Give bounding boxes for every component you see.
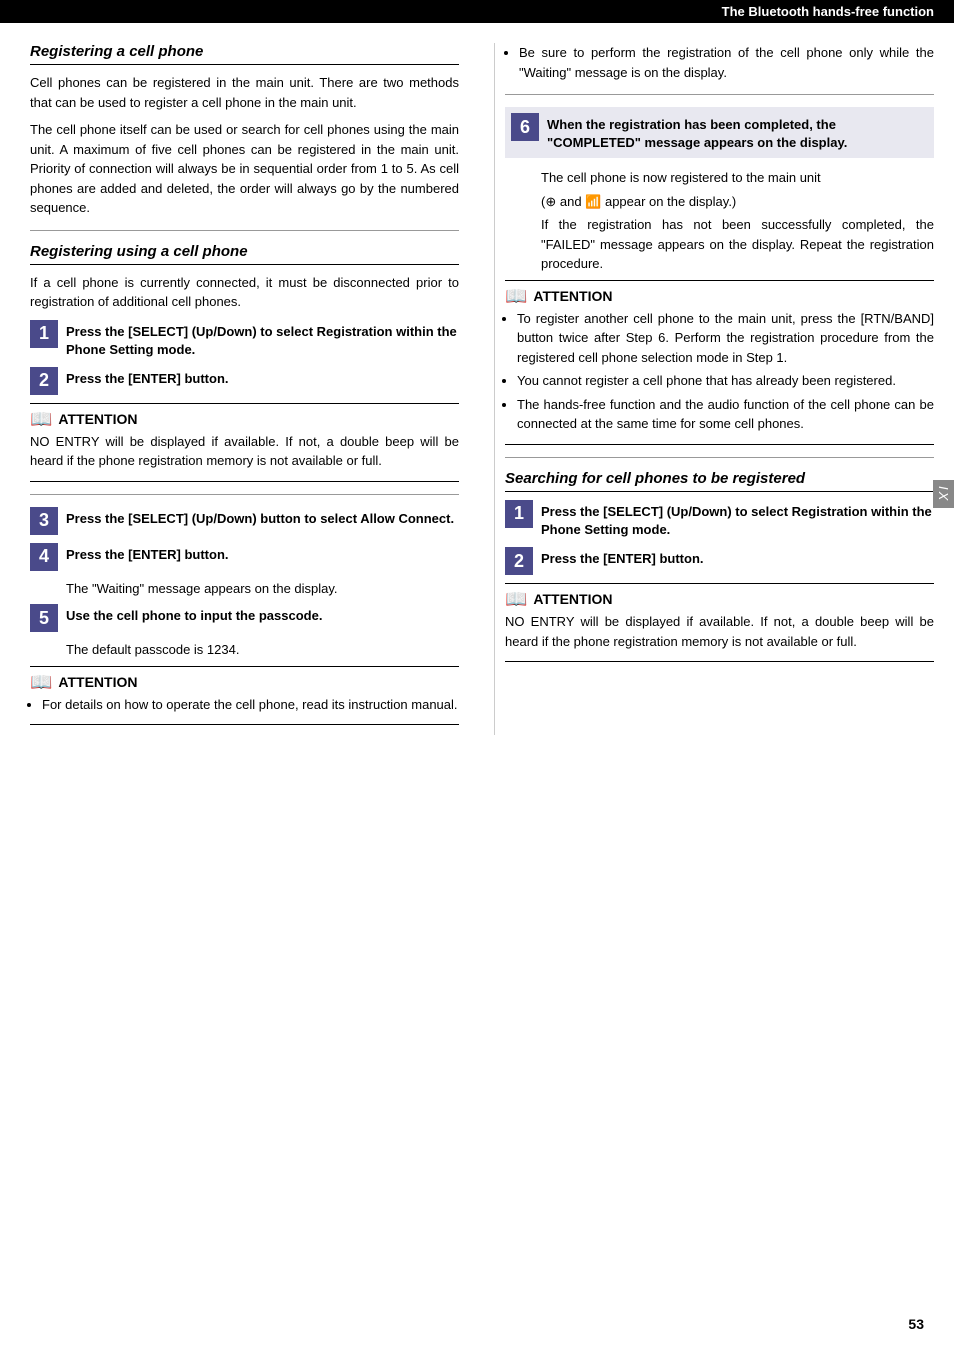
right-bullet1: Be sure to perform the registration of t… xyxy=(519,43,934,82)
step6-sub3: If the registration has not been success… xyxy=(541,215,934,274)
icon-signal: 📶 xyxy=(585,194,601,209)
attention1-box: 📖 ATTENTION NO ENTRY will be displayed i… xyxy=(30,403,459,482)
section1-p1: Cell phones can be registered in the mai… xyxy=(30,73,459,112)
attention3-bullet3: The hands-free function and the audio fu… xyxy=(517,395,934,434)
section2-title: Registering using a cell phone xyxy=(30,243,459,265)
rstep2-num: 2 xyxy=(505,547,533,575)
attention1-text: NO ENTRY will be displayed if available.… xyxy=(30,432,459,471)
step5-sub-text: The default passcode is 1234. xyxy=(66,640,459,660)
step6-text: When the registration has been completed… xyxy=(547,113,926,152)
attention3-bullet2: You cannot register a cell phone that ha… xyxy=(517,371,934,391)
right-divider1 xyxy=(505,94,934,95)
step6-sub: The cell phone is now registered to the … xyxy=(505,168,934,274)
step4-text: Press the [ENTER] button. xyxy=(66,543,229,564)
icon-phone: ⊕ xyxy=(545,194,556,209)
rattention-text: NO ENTRY will be displayed if available.… xyxy=(505,612,934,651)
attention3-icon: 📖 xyxy=(505,287,527,305)
ix-tab: IX xyxy=(933,480,954,508)
rstep2-block: 2 Press the [ENTER] button. xyxy=(505,547,934,575)
step5-block: 5 Use the cell phone to input the passco… xyxy=(30,604,459,632)
step6-sub2: (⊕ and 📶 appear on the display.) xyxy=(541,192,934,212)
rattention-box: 📖 ATTENTION NO ENTRY will be displayed i… xyxy=(505,583,934,662)
rattention-header: 📖 ATTENTION xyxy=(505,590,934,608)
step2-num: 2 xyxy=(30,367,58,395)
attention3-bullet1: To register another cell phone to the ma… xyxy=(517,309,934,368)
rattention-icon: 📖 xyxy=(505,590,527,608)
attention1-label: ATTENTION xyxy=(58,411,137,427)
rstep1-block: 1 Press the [SELECT] (Up/Down) to select… xyxy=(505,500,934,539)
divider1 xyxy=(30,230,459,231)
right-bullet-list: Be sure to perform the registration of t… xyxy=(505,43,934,82)
attention2-body: For details on how to operate the cell p… xyxy=(30,695,459,715)
attention3-box: 📖 ATTENTION To register another cell pho… xyxy=(505,280,934,445)
divider2 xyxy=(30,494,459,495)
step6-num: 6 xyxy=(511,113,539,141)
step3-num: 3 xyxy=(30,507,58,535)
attention2-label: ATTENTION xyxy=(58,674,137,690)
attention2-header: 📖 ATTENTION xyxy=(30,673,459,691)
step4-num: 4 xyxy=(30,543,58,571)
attention3-header: 📖 ATTENTION xyxy=(505,287,934,305)
attention1-header: 📖 ATTENTION xyxy=(30,410,459,428)
attention2-box: 📖 ATTENTION For details on how to operat… xyxy=(30,666,459,726)
rstep2-text: Press the [ENTER] button. xyxy=(541,547,704,568)
attention1-body: NO ENTRY will be displayed if available.… xyxy=(30,432,459,471)
step2-block: 2 Press the [ENTER] button. xyxy=(30,367,459,395)
step2-text: Press the [ENTER] button. xyxy=(66,367,229,388)
step3-text: Press the [SELECT] (Up/Down) button to s… xyxy=(66,507,454,528)
section1-title: Registering a cell phone xyxy=(30,43,459,65)
step6-sub1: The cell phone is now registered to the … xyxy=(541,168,934,188)
step4-sub: The "Waiting" message appears on the dis… xyxy=(30,579,459,599)
step1-text: Press the [SELECT] (Up/Down) to select R… xyxy=(66,320,459,359)
step1-num: 1 xyxy=(30,320,58,348)
rstep1-text: Press the [SELECT] (Up/Down) to select R… xyxy=(541,500,934,539)
step5-text: Use the cell phone to input the passcode… xyxy=(66,604,322,625)
step6-block: 6 When the registration has been complet… xyxy=(505,107,934,158)
step5-sub: The default passcode is 1234. xyxy=(30,640,459,660)
step3-block: 3 Press the [SELECT] (Up/Down) button to… xyxy=(30,507,459,535)
section2-p1: If a cell phone is currently connected, … xyxy=(30,273,459,312)
header-bar: The Bluetooth hands-free function xyxy=(0,0,954,23)
step4-sub-text: The "Waiting" message appears on the dis… xyxy=(66,579,459,599)
attention2-icon: 📖 xyxy=(30,673,52,691)
right-divider2 xyxy=(505,457,934,458)
step1-block: 1 Press the [SELECT] (Up/Down) to select… xyxy=(30,320,459,359)
attention3-body: To register another cell phone to the ma… xyxy=(505,309,934,434)
left-column: Registering a cell phone Cell phones can… xyxy=(30,43,474,735)
section1-p2: The cell phone itself can be used or sea… xyxy=(30,120,459,218)
right-column: Be sure to perform the registration of t… xyxy=(494,43,934,735)
attention3-label: ATTENTION xyxy=(533,288,612,304)
rattention-label: ATTENTION xyxy=(533,591,612,607)
rattention-body: NO ENTRY will be displayed if available.… xyxy=(505,612,934,651)
attention1-icon: 📖 xyxy=(30,410,52,428)
step4-block: 4 Press the [ENTER] button. xyxy=(30,543,459,571)
rstep1-num: 1 xyxy=(505,500,533,528)
section3-title: Searching for cell phones to be register… xyxy=(505,470,934,492)
page-number: 53 xyxy=(908,1316,924,1332)
step5-num: 5 xyxy=(30,604,58,632)
attention2-bullet: For details on how to operate the cell p… xyxy=(42,695,459,715)
header-title: The Bluetooth hands-free function xyxy=(722,4,934,19)
main-content: Registering a cell phone Cell phones can… xyxy=(0,23,954,755)
page: The Bluetooth hands-free function Regist… xyxy=(0,0,954,1352)
